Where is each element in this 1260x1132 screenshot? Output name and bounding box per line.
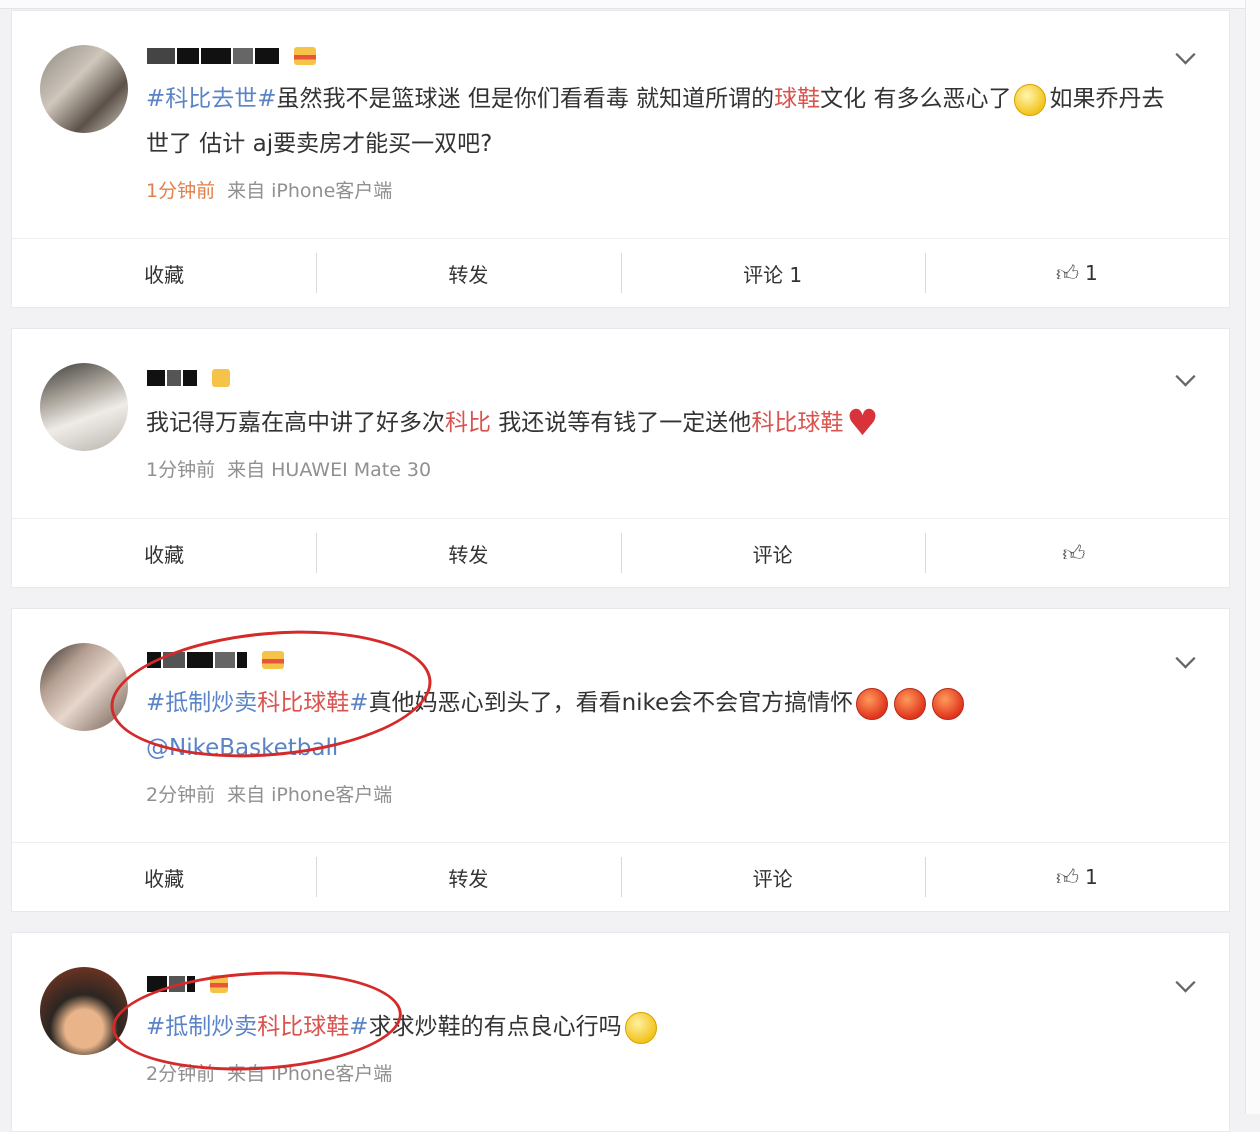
post-text: #科比去世#虽然我不是篮球迷 但是你们看看毒 就知道所谓的球鞋文化 有多么恶心了… <box>146 77 1176 167</box>
comment-button[interactable]: 评论 1 <box>620 239 925 307</box>
post-meta: 1分钟前 来自 iPhone客户端 <box>146 176 392 203</box>
keyword-link[interactable]: 科比球鞋 <box>257 690 349 716</box>
angry-emoji-icon <box>856 687 889 720</box>
like-count: 1 <box>1085 261 1098 285</box>
repost-label: 转发 <box>448 866 489 891</box>
thumbs-up-icon: 👍︎ <box>1062 541 1086 567</box>
repost-label: 转发 <box>448 542 489 567</box>
chevron-down-icon[interactable] <box>1175 44 1196 65</box>
repost-button[interactable]: 转发 <box>316 239 620 307</box>
comment-label: 评论 <box>752 866 793 891</box>
like-button[interactable]: 👍︎ <box>924 519 1229 587</box>
keyword-link[interactable]: 科比 <box>445 410 491 436</box>
comment-label: 评论 1 <box>743 262 803 287</box>
action-bar: 收藏 转发 评论 👍︎ 1 <box>12 842 1229 911</box>
text-run: 求求炒鞋的有点良心行吗 <box>368 1014 622 1040</box>
post-card: #抵制炒卖科比球鞋#求求炒鞋的有点良心行吗 2分钟前 来自 iPhone客户端 <box>11 932 1230 1132</box>
text-run: 文化 有多么恶心了 <box>820 86 1012 112</box>
mention-link[interactable]: @NikeBasketball <box>146 735 338 761</box>
keyword-link[interactable]: 球鞋 <box>774 86 820 112</box>
keyword-link[interactable]: 科比球鞋 <box>751 410 843 436</box>
keyword-link[interactable]: 科比球鞋 <box>257 1014 349 1040</box>
member-badge-icon <box>262 650 285 669</box>
username-blurred[interactable] <box>147 367 231 391</box>
post-source: 来自 iPhone客户端 <box>227 1063 393 1085</box>
smile-emoji-icon <box>1014 83 1047 116</box>
hashtag-link[interactable]: #科比去世# <box>146 86 277 112</box>
comment-button[interactable]: 评论 <box>620 843 925 911</box>
angry-emoji-icon <box>932 687 965 720</box>
post-source: 来自 HUAWEI Mate 30 <box>227 459 432 481</box>
post-source: 来自 iPhone客户端 <box>227 180 393 202</box>
post-text: #抵制炒卖科比球鞋#真他妈恶心到头了，看看nike会不会官方搞情怀 @NikeBa… <box>146 681 1176 771</box>
repost-button[interactable]: 转发 <box>316 843 620 911</box>
collect-label: 收藏 <box>144 542 185 567</box>
post-text: #抵制炒卖科比球鞋#求求炒鞋的有点良心行吗 <box>146 1005 1176 1050</box>
collect-button[interactable]: 收藏 <box>12 843 316 911</box>
post-text: 我记得万嘉在高中讲了好多次科比 我还说等有钱了一定送他科比球鞋 <box>146 401 1176 446</box>
comment-label: 评论 <box>752 542 793 567</box>
top-bar <box>0 0 1260 9</box>
username-blurred[interactable] <box>147 649 285 673</box>
text-run: 真他妈恶心到头了，看看nike会不会官方搞情怀 <box>368 690 854 716</box>
collect-button[interactable]: 收藏 <box>12 519 316 587</box>
like-count: 1 <box>1085 865 1098 889</box>
repost-button[interactable]: 转发 <box>316 519 620 587</box>
like-button[interactable]: 👍︎ 1 <box>924 239 1229 307</box>
avatar[interactable] <box>40 45 128 133</box>
post-meta: 1分钟前 来自 HUAWEI Mate 30 <box>146 455 431 482</box>
hashtag-link[interactable]: #抵制炒卖 <box>146 1014 257 1040</box>
avatar[interactable] <box>40 643 128 731</box>
cold-sweat-emoji-icon <box>624 1011 657 1044</box>
post-card: #抵制炒卖科比球鞋#真他妈恶心到头了，看看nike会不会官方搞情怀 @NikeBa… <box>11 608 1230 912</box>
comment-button[interactable]: 评论 <box>620 519 925 587</box>
hashtag-link[interactable]: # <box>349 1014 368 1040</box>
hashtag-link[interactable]: # <box>349 690 368 716</box>
text-run: 我还说等有钱了一定送他 <box>491 410 752 436</box>
right-side-panel <box>1245 0 1260 1114</box>
post-meta: 2分钟前 来自 iPhone客户端 <box>146 1059 392 1086</box>
like-button[interactable]: 👍︎ 1 <box>924 843 1229 911</box>
thumbs-up-icon: 👍︎ <box>1056 865 1079 891</box>
member-badge-icon <box>294 46 317 65</box>
post-time[interactable]: 2分钟前 <box>146 784 215 806</box>
member-badge-icon <box>212 368 231 387</box>
post-card: 我记得万嘉在高中讲了好多次科比 我还说等有钱了一定送他科比球鞋 1分钟前来自 H… <box>11 328 1230 588</box>
post-meta: 2分钟前 来自 iPhone客户端 <box>146 780 392 807</box>
post-source: 来自 iPhone客户端 <box>227 784 393 806</box>
post-time[interactable]: 1分钟前 <box>146 459 215 481</box>
collect-label: 收藏 <box>144 262 185 287</box>
angry-emoji-icon <box>894 687 927 720</box>
broken-heart-icon <box>846 401 878 446</box>
thumbs-up-icon: 👍︎ <box>1056 261 1079 287</box>
avatar[interactable] <box>40 967 128 1055</box>
username-blurred[interactable] <box>147 45 317 69</box>
chevron-down-icon[interactable] <box>1175 972 1196 993</box>
collect-button[interactable]: 收藏 <box>12 239 316 307</box>
text-run: 虽然我不是篮球迷 但是你们看看毒 就知道所谓的 <box>276 86 775 112</box>
post-time[interactable]: 1分钟前 <box>146 180 215 202</box>
chevron-down-icon[interactable] <box>1175 648 1196 669</box>
chevron-down-icon[interactable] <box>1175 366 1196 387</box>
hashtag-link[interactable]: #抵制炒卖 <box>146 690 257 716</box>
username-blurred[interactable] <box>147 973 229 997</box>
avatar[interactable] <box>40 363 128 451</box>
post-time[interactable]: 2分钟前 <box>146 1063 215 1085</box>
text-run: 我记得万嘉在高中讲了好多次 <box>146 410 445 436</box>
action-bar: 收藏 转发 评论 👍︎ <box>12 518 1229 587</box>
action-bar: 收藏 转发 评论 1 👍︎ 1 <box>12 238 1229 307</box>
member-badge-icon <box>210 974 229 993</box>
repost-label: 转发 <box>448 262 489 287</box>
post-card: #科比去世#虽然我不是篮球迷 但是你们看看毒 就知道所谓的球鞋文化 有多么恶心了… <box>11 10 1230 308</box>
collect-label: 收藏 <box>144 866 185 891</box>
